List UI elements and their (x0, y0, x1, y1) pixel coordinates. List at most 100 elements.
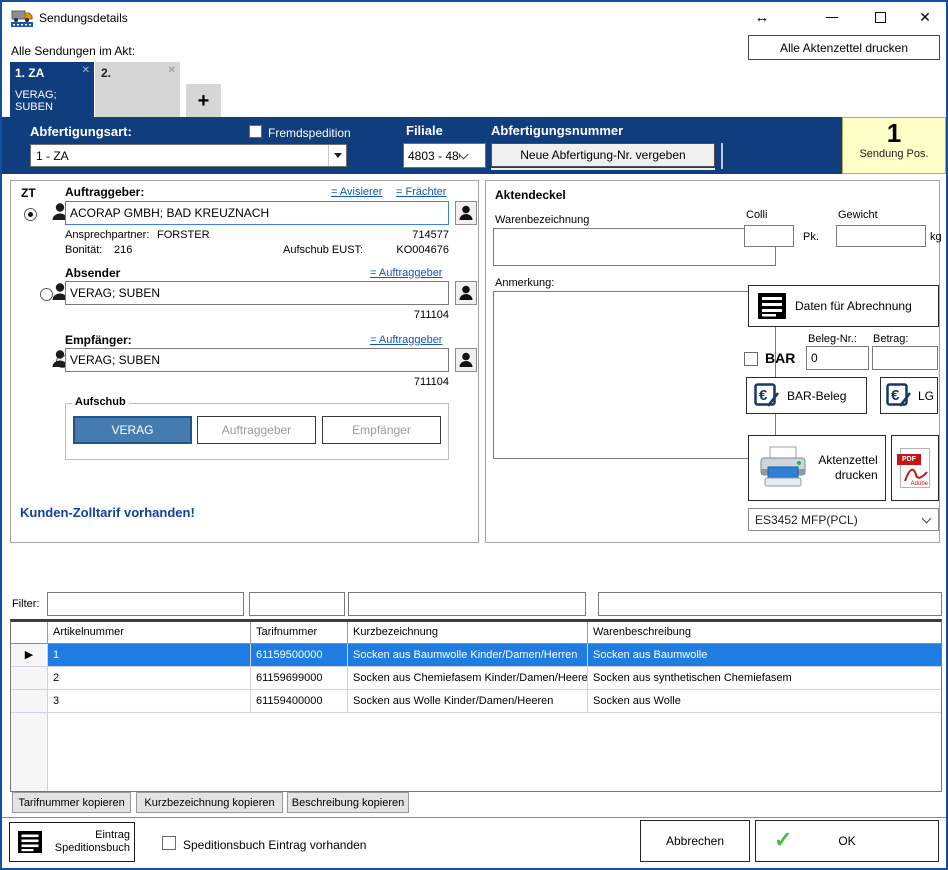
aufschub-empfaenger-button[interactable]: Empfänger (322, 416, 441, 444)
cell-artikelnummer: 2 (48, 667, 251, 689)
tab-close-icon[interactable]: ✕ (168, 65, 176, 76)
kunden-zolltarif-hint: Kunden-Zolltarif vorhanden! (20, 505, 195, 520)
abfertigungsart-select[interactable]: 1 - ZA (30, 144, 347, 167)
pdf-icon: PDF Adobe (900, 448, 930, 488)
cell-kurzbezeichnung: Socken aus Chemiefasem Kinder/Damen/Heer… (348, 667, 588, 689)
empfaenger-auftraggeber-link[interactable]: = Auftraggeber (370, 334, 442, 346)
col-artikelnummer[interactable]: Artikelnummer (48, 622, 251, 643)
fremdspedition-checkbox[interactable] (249, 125, 262, 138)
svg-text:€: € (891, 387, 900, 404)
close-button[interactable]: ✕ (912, 6, 938, 28)
lg-button[interactable]: € LG (880, 377, 938, 414)
absender-label: Absender (65, 266, 120, 280)
empfaenger-input[interactable] (65, 348, 449, 372)
absender-auftraggeber-link[interactable]: = Auftraggeber (370, 267, 442, 279)
ansprechpartner-label: Ansprechpartner: (65, 229, 149, 241)
auftraggeber-number: 714577 (369, 229, 449, 241)
empfaenger-number: 711104 (369, 376, 449, 388)
absender-number: 711104 (369, 309, 449, 321)
beleg-nr-label: Beleg-Nr.: (808, 333, 857, 345)
filter-warenbeschreibung-input[interactable] (598, 592, 942, 616)
euro-receipt-icon: € (886, 383, 912, 409)
sendung-pos-box: 1 Sendung Pos. (842, 117, 946, 174)
neue-abfertigung-nr-button[interactable]: Neue Abfertigung-Nr. vergeben (491, 143, 715, 167)
ok-button[interactable]: ✓ OK (755, 820, 939, 862)
filter-kurzbezeichnung-input[interactable] (348, 592, 586, 616)
aufschub-eust-label: Aufschub EUST: (283, 244, 363, 256)
app-icon (11, 8, 33, 30)
filiale-select[interactable]: 4803 - 480 (403, 143, 486, 168)
pdf-button[interactable]: PDF Adobe (891, 435, 939, 501)
filter-artikelnummer-input[interactable] (47, 592, 244, 616)
check-icon: ✓ (774, 827, 792, 853)
table-row[interactable]: 3 61159400000 Socken aus Wolle Kinder/Da… (11, 690, 941, 713)
add-tab-button[interactable]: + (186, 84, 221, 118)
printer-select[interactable]: ES3452 MFP(PCL) (748, 508, 939, 531)
absender-contact-button[interactable] (455, 281, 477, 305)
colli-input[interactable] (744, 225, 794, 247)
bar-checkbox[interactable] (744, 352, 758, 366)
col-warenbeschreibung[interactable]: Warenbeschreibung (588, 622, 941, 643)
resize-icon[interactable]: ↔ (750, 6, 774, 28)
kg-label: kg (930, 231, 942, 243)
dropdown-arrow-icon[interactable] (328, 145, 346, 166)
button-underline (491, 168, 715, 170)
auftraggeber-input[interactable] (65, 201, 449, 225)
banner-separator (721, 143, 723, 169)
auftraggeber-contact-button[interactable] (455, 201, 477, 225)
empfaenger-contact-button[interactable] (455, 348, 477, 372)
aktenzettel-label-line1: Aktenzettel (818, 453, 877, 468)
filter-label: Filter: (12, 598, 40, 610)
chevron-down-icon (459, 149, 469, 159)
gewicht-input[interactable] (836, 225, 926, 247)
cell-tarifnummer: 61159699000 (251, 667, 348, 689)
maximize-button[interactable] (867, 6, 893, 28)
tab-close-icon[interactable]: ✕ (82, 65, 90, 76)
bar-beleg-label: BAR-Beleg (787, 389, 846, 403)
sendungsdetails-window: Sendungsdetails ↔ ✕ Alle Aktenzettel dru… (0, 0, 948, 870)
anmerkung-input[interactable] (493, 291, 776, 459)
warenbezeichnung-input[interactable] (493, 228, 776, 266)
maximize-icon (875, 12, 886, 23)
aufschub-verag-button[interactable]: VERAG (73, 416, 192, 444)
eintrag-speditionsbuch-button[interactable]: Eintrag Speditionsbuch (9, 822, 135, 862)
abbrechen-button[interactable]: Abbrechen (640, 820, 750, 862)
zt-radio-auftraggeber[interactable] (24, 208, 37, 221)
table-row[interactable]: 2 61159699000 Socken aus Chemiefasem Kin… (11, 667, 941, 690)
footer-divider (2, 817, 946, 818)
all-sendungen-label: Alle Sendungen im Akt: (11, 44, 135, 58)
col-tarifnummer[interactable]: Tarifnummer (251, 622, 348, 643)
beleg-nr-input[interactable] (806, 346, 869, 370)
tab-sendung-1[interactable]: 1. ZA ✕ VERAG; SUBEN (10, 62, 94, 118)
avisierer-link[interactable]: = Avisierer (331, 186, 382, 198)
fraechter-link[interactable]: = Frächter (396, 186, 446, 198)
tab-sendung-2[interactable]: 2. ✕ (95, 62, 180, 118)
lg-label: LG (918, 389, 934, 403)
table-row[interactable]: ▶ 1 61159500000 Socken aus Baumwolle Kin… (11, 644, 941, 667)
zt-header-label: ZT (21, 186, 36, 200)
kurzbezeichnung-kopieren-button[interactable]: Kurzbezeichnung kopieren (136, 792, 283, 813)
daten-fuer-abrechnung-button[interactable]: Daten für Abrechnung (748, 285, 939, 327)
col-kurzbezeichnung[interactable]: Kurzbezeichnung (348, 622, 588, 643)
filter-tarifnummer-input[interactable] (249, 592, 345, 616)
aktendeckel-panel: Aktendeckel Warenbezeichnung Colli Pk. G… (485, 180, 940, 543)
filiale-label: Filiale (406, 123, 443, 138)
tarifnummer-kopieren-button[interactable]: Tarifnummer kopieren (12, 792, 131, 813)
absender-input[interactable] (65, 281, 449, 305)
speditionsbuch-checkbox[interactable] (162, 836, 176, 850)
print-all-aktenzettel-button[interactable]: Alle Aktenzettel drucken (748, 35, 940, 60)
beschreibung-kopieren-button[interactable]: Beschreibung kopieren (287, 792, 409, 813)
parties-panel: ZT + Auftraggeber: = Avisierer = Frächte… (10, 180, 479, 543)
aufschub-auftraggeber-button[interactable]: Auftraggeber (197, 416, 316, 444)
anmerkung-label: Anmerkung: (495, 277, 554, 289)
aktenzettel-drucken-button[interactable]: Aktenzettel drucken (748, 435, 886, 501)
minimize-button[interactable] (819, 6, 845, 28)
ansprechpartner-value: FORSTER (157, 229, 210, 241)
bar-beleg-button[interactable]: € BAR-Beleg (746, 377, 867, 414)
abfertigungsart-label: Abfertigungsart: (30, 124, 132, 139)
cell-warenbeschreibung: Socken aus synthetischen Chemiefasem (588, 667, 941, 689)
speditionsbuch-checkbox-label: Speditionsbuch Eintrag vorhanden (183, 838, 366, 852)
sendung-pos-value: 1 (843, 118, 945, 148)
printer-value: ES3452 MFP(PCL) (749, 513, 923, 527)
betrag-input[interactable] (872, 346, 938, 370)
